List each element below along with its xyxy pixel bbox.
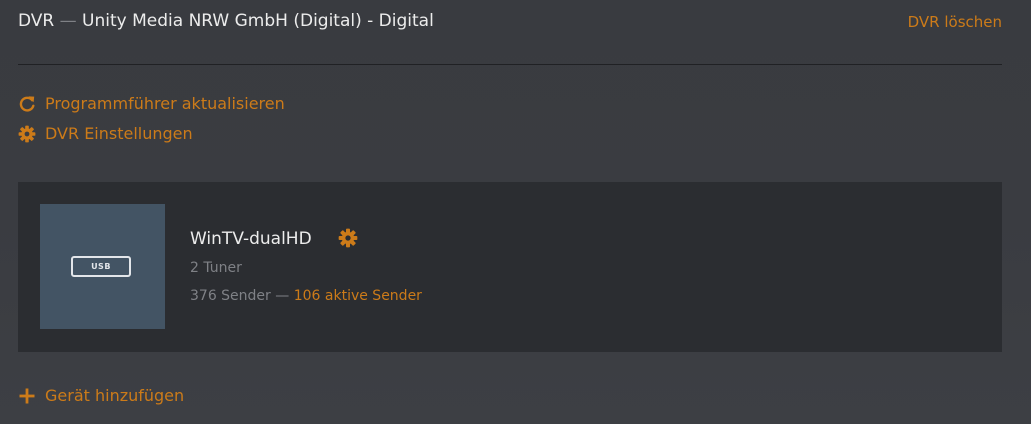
active-channels-link[interactable]: 106 aktive Sender xyxy=(294,288,422,304)
title-prefix: DVR xyxy=(18,11,55,31)
add-device-action[interactable]: Gerät hinzufügen xyxy=(18,386,184,405)
title-name: Unity Media NRW GmbH (Digital) - Digital xyxy=(82,11,434,31)
dvr-header: DVR — Unity Media NRW GmbH (Digital) - D… xyxy=(18,0,1002,65)
refresh-guide-label: Programmführer aktualisieren xyxy=(45,94,285,113)
channel-count: 376 Sender xyxy=(190,288,271,304)
dvr-settings-action[interactable]: DVR Einstellungen xyxy=(18,124,193,143)
title-separator: — xyxy=(59,11,77,31)
device-image: USB xyxy=(40,204,165,329)
dvr-settings-label: DVR Einstellungen xyxy=(45,124,193,143)
refresh-guide-action[interactable]: Programmführer aktualisieren xyxy=(18,94,285,113)
refresh-icon xyxy=(18,95,36,113)
device-card: USB WinTV-dualHD 2 Tuner 376 Sender — 10… xyxy=(18,182,1002,352)
device-settings-gear-icon[interactable] xyxy=(338,228,358,248)
plus-icon xyxy=(18,387,36,405)
gear-icon xyxy=(18,125,36,143)
channel-separator: — xyxy=(275,288,290,304)
delete-dvr-link[interactable]: DVR löschen xyxy=(908,13,1002,31)
page-title: DVR — Unity Media NRW GmbH (Digital) - D… xyxy=(18,11,434,31)
usb-badge: USB xyxy=(71,256,131,277)
device-name: WinTV-dualHD xyxy=(190,229,312,249)
channel-summary: 376 Sender — 106 aktive Sender xyxy=(190,288,422,304)
add-device-label: Gerät hinzufügen xyxy=(45,386,185,405)
tuner-count: 2 Tuner xyxy=(190,260,242,276)
